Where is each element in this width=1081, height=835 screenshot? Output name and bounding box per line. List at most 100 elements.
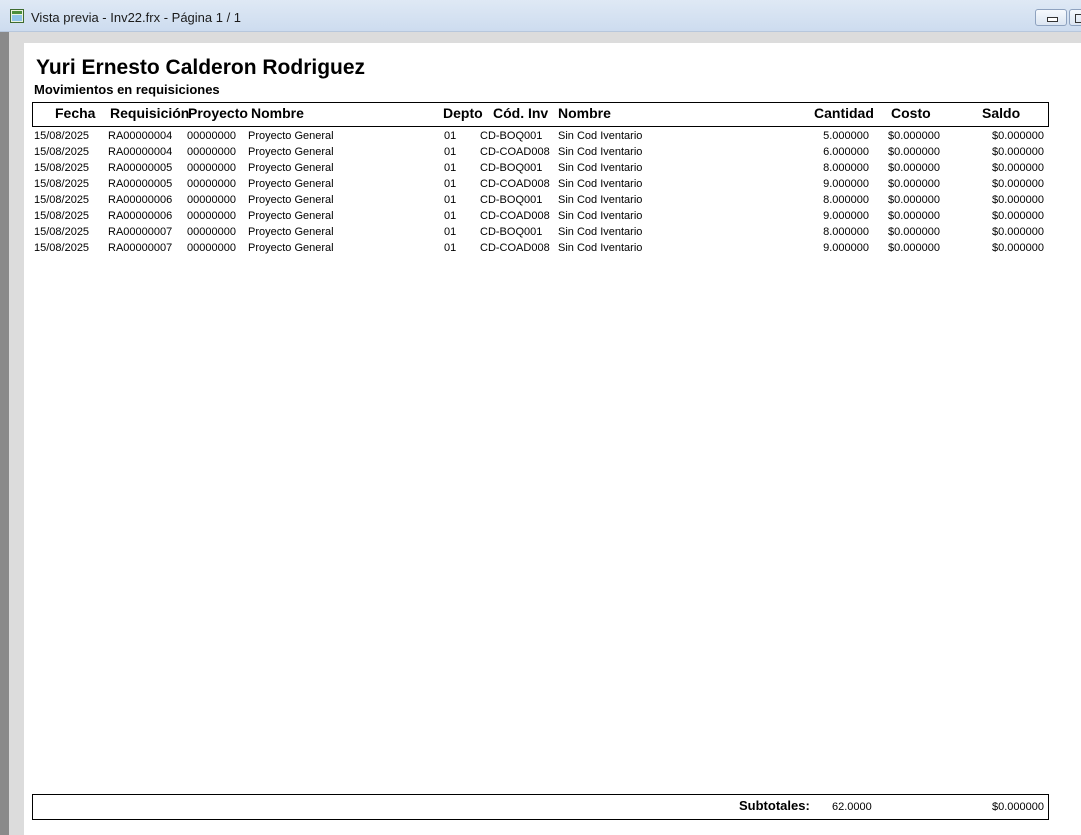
preview-margin-top [9, 32, 1081, 43]
cell-saldo: $0.000000 [992, 146, 1044, 158]
preview-margin-left [9, 32, 24, 835]
cell-nombre: Proyecto General [248, 194, 334, 206]
cell-costo: $0.000000 [888, 146, 940, 158]
cell-fecha: 15/08/2025 [34, 242, 90, 254]
cell-saldo: $0.000000 [992, 226, 1044, 238]
cell-proyecto: 00000000 [187, 194, 236, 206]
col-header-costo: Costo [891, 105, 931, 121]
subtotals-label: Subtotales: [739, 798, 810, 813]
table-row: 15/08/2025 RA00000006 00000000 Proyecto … [24, 192, 1081, 208]
cell-requisicion: RA00000005 [108, 178, 173, 190]
report-rows: 15/08/2025 RA00000004 00000000 Proyecto … [24, 128, 1081, 256]
cell-proyecto: 00000000 [187, 146, 236, 158]
col-header-requisicion: Requisición [110, 105, 190, 121]
window-titlebar: Vista previa - Inv22.frx - Página 1 / 1 [0, 0, 1081, 32]
cell-proyecto: 00000000 [187, 242, 236, 254]
cell-cod-inv: CD-COAD008 [480, 178, 550, 190]
cell-saldo: $0.000000 [992, 162, 1044, 174]
col-header-cantidad: Cantidad [814, 105, 874, 121]
table-row: 15/08/2025 RA00000006 00000000 Proyecto … [24, 208, 1081, 224]
report-title: Yuri Ernesto Calderon Rodriguez [36, 56, 366, 79]
cell-cantidad: 8.000000 [823, 194, 869, 206]
cell-cantidad: 6.000000 [823, 146, 869, 158]
cell-nombre: Proyecto General [248, 178, 334, 190]
cell-requisicion: RA00000006 [108, 210, 173, 222]
cell-cod-inv: CD-COAD008 [480, 210, 550, 222]
cell-nombre: Proyecto General [248, 210, 334, 222]
subtotal-saldo: $0.000000 [992, 801, 1044, 813]
table-row: 15/08/2025 RA00000004 00000000 Proyecto … [24, 128, 1081, 144]
table-row: 15/08/2025 RA00000004 00000000 Proyecto … [24, 144, 1081, 160]
cell-nombre-item: Sin Cod Iventario [558, 242, 643, 254]
cell-costo: $0.000000 [888, 242, 940, 254]
table-row: 15/08/2025 RA00000007 00000000 Proyecto … [24, 224, 1081, 240]
cell-proyecto: 00000000 [187, 130, 236, 142]
col-header-saldo: Saldo [982, 105, 1021, 121]
col-header-fecha: Fecha [55, 105, 96, 121]
col-header-cod-inv: Cód. Inv [493, 105, 549, 121]
table-row: 15/08/2025 RA00000005 00000000 Proyecto … [24, 176, 1081, 192]
cell-requisicion: RA00000004 [108, 146, 173, 158]
cell-costo: $0.000000 [888, 130, 940, 142]
cell-costo: $0.000000 [888, 210, 940, 222]
minimize-button[interactable] [1035, 9, 1067, 26]
cell-fecha: 15/08/2025 [34, 194, 90, 206]
cell-depto: 01 [444, 242, 457, 254]
subtotals-box [32, 794, 1049, 820]
cell-cantidad: 5.000000 [823, 130, 869, 142]
col-header-depto: Depto [443, 105, 483, 121]
cell-cod-inv: CD-COAD008 [480, 242, 550, 254]
preview-frame-left [0, 32, 9, 835]
cell-proyecto: 00000000 [187, 178, 236, 190]
cell-depto: 01 [444, 162, 457, 174]
col-header-proyecto: Proyecto [188, 105, 248, 121]
cell-proyecto: 00000000 [187, 226, 236, 238]
cell-cantidad: 9.000000 [823, 210, 869, 222]
cell-requisicion: RA00000004 [108, 130, 173, 142]
cell-costo: $0.000000 [888, 194, 940, 206]
cell-depto: 01 [444, 226, 457, 238]
cell-proyecto: 00000000 [187, 162, 236, 174]
cell-nombre-item: Sin Cod Iventario [558, 194, 643, 206]
cell-cod-inv: CD-BOQ001 [480, 162, 543, 174]
cell-fecha: 15/08/2025 [34, 130, 90, 142]
report-subtitle: Movimientos en requisiciones [34, 82, 220, 97]
cell-depto: 01 [444, 194, 457, 206]
cell-nombre: Proyecto General [248, 146, 334, 158]
window-title: Vista previa - Inv22.frx - Página 1 / 1 [31, 10, 242, 25]
cell-depto: 01 [444, 178, 457, 190]
cell-saldo: $0.000000 [992, 194, 1044, 206]
cell-fecha: 15/08/2025 [34, 210, 90, 222]
cell-depto: 01 [444, 210, 457, 222]
cell-costo: $0.000000 [888, 178, 940, 190]
cell-saldo: $0.000000 [992, 178, 1044, 190]
cell-nombre: Proyecto General [248, 242, 334, 254]
cell-nombre-item: Sin Cod Iventario [558, 162, 643, 174]
cell-nombre-item: Sin Cod Iventario [558, 178, 643, 190]
cell-saldo: $0.000000 [992, 210, 1044, 222]
cell-requisicion: RA00000007 [108, 242, 173, 254]
cell-fecha: 15/08/2025 [34, 178, 90, 190]
cell-cod-inv: CD-BOQ001 [480, 194, 543, 206]
cell-requisicion: RA00000007 [108, 226, 173, 238]
cell-cod-inv: CD-COAD008 [480, 146, 550, 158]
cell-cantidad: 9.000000 [823, 242, 869, 254]
cell-cantidad: 9.000000 [823, 178, 869, 190]
table-row: 15/08/2025 RA00000007 00000000 Proyecto … [24, 240, 1081, 256]
report-page: Yuri Ernesto Calderon Rodriguez Movimien… [24, 43, 1081, 835]
cell-cantidad: 8.000000 [823, 226, 869, 238]
cell-nombre: Proyecto General [248, 130, 334, 142]
cell-cantidad: 8.000000 [823, 162, 869, 174]
col-header-nombre: Nombre [251, 105, 304, 121]
cell-requisicion: RA00000005 [108, 162, 173, 174]
cell-nombre: Proyecto General [248, 162, 334, 174]
cell-costo: $0.000000 [888, 226, 940, 238]
cell-depto: 01 [444, 130, 457, 142]
cell-depto: 01 [444, 146, 457, 158]
cell-fecha: 15/08/2025 [34, 226, 90, 238]
cell-cod-inv: CD-BOQ001 [480, 130, 543, 142]
report-icon [10, 9, 24, 23]
col-header-nombre-item: Nombre [558, 105, 611, 121]
table-row: 15/08/2025 RA00000005 00000000 Proyecto … [24, 160, 1081, 176]
maximize-button[interactable] [1069, 9, 1081, 26]
